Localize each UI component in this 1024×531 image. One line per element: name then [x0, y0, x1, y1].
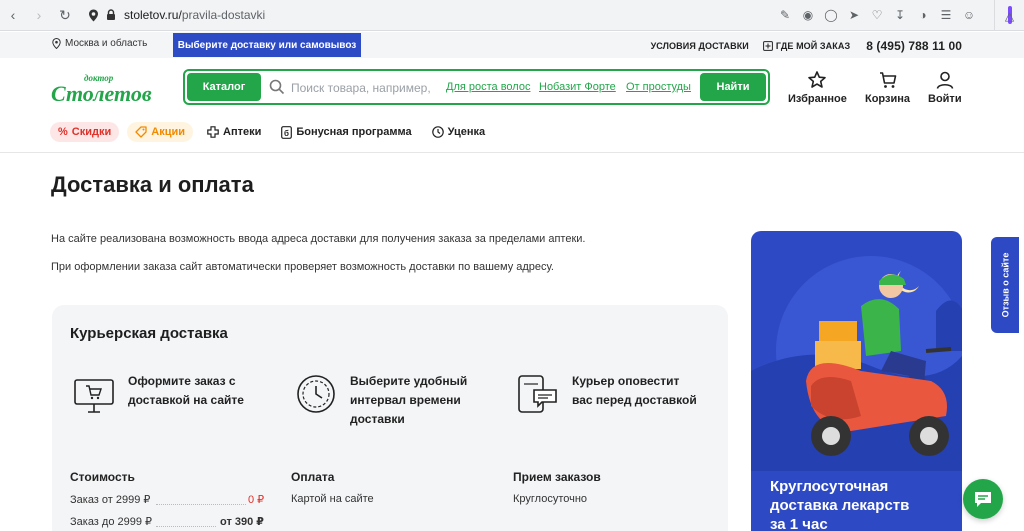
step-notify-text: Курьер оповестит вас перед доставкой	[572, 374, 697, 407]
favorites-label: Избранное	[788, 93, 847, 105]
cross-icon	[207, 126, 219, 138]
cart-icon	[879, 72, 896, 88]
url-text: stoletov.ru/pravila-dostavki	[124, 8, 266, 22]
search-hint-cold[interactable]: От простуды	[626, 81, 691, 93]
secondary-nav: % Скидки Акции Аптеки б Бонусная програм…	[50, 122, 491, 142]
chat-button[interactable]	[963, 479, 1003, 519]
top-links: УСЛОВИЯ ДОСТАВКИ ГДЕ МОЙ ЗАКАЗ 8 (495) 7…	[651, 39, 962, 53]
cart-label: Корзина	[865, 93, 910, 105]
chat-icon	[975, 492, 991, 507]
cost-row-dots-2	[156, 526, 216, 527]
heart-icon[interactable]: ♡	[868, 4, 886, 26]
search-icon	[269, 79, 285, 95]
svg-text:Столетов: Столетов	[51, 81, 152, 106]
promo-banner[interactable]: Круглосуточная доставка лекарств за 1 час	[751, 231, 962, 531]
favorites-button[interactable]: Избранное	[788, 70, 847, 105]
cost-row-value-1: 0 ₽	[248, 494, 265, 506]
shield-icon[interactable]: ◯	[822, 4, 840, 26]
edit-icon[interactable]: ✎	[776, 4, 794, 26]
stoletov-logo[interactable]: доктор Столетов	[50, 71, 162, 107]
banner-text: Круглосуточная доставка лекарств за 1 час	[770, 478, 910, 531]
send-icon[interactable]: ➤	[845, 4, 863, 26]
browser-toolbar: ‹ › ↻ stoletov.ru/pravila-dostavki ✎ ◉ ◯…	[0, 0, 1024, 31]
extensions-icon[interactable]: △	[994, 0, 1024, 31]
courier-delivery-card: Курьерская доставка Оформите заказ с дост…	[52, 305, 728, 531]
cost-row-label-1: Заказ от 2999 ₽	[70, 494, 151, 506]
region-selector[interactable]: Москва и область	[52, 38, 147, 49]
order-box-icon	[762, 41, 773, 51]
search-hint-nobazit[interactable]: Нобазит Форте	[539, 81, 616, 93]
step-order-text: Оформите заказ с доставкой на сайте	[128, 374, 244, 407]
step-order: Оформите заказ с доставкой на сайте	[72, 372, 244, 416]
theme-icon[interactable]: ◑	[914, 4, 932, 26]
intro-paragraph-1: На сайте реализована возможность ввода а…	[51, 233, 586, 245]
header-divider	[0, 152, 1024, 153]
step-notify: Курьер оповестит вас перед доставкой	[516, 372, 697, 416]
reload-icon[interactable]: ↻	[52, 2, 78, 28]
download-icon[interactable]: ↧	[891, 4, 909, 26]
cost-heading: Стоимость	[70, 470, 135, 484]
camera-icon[interactable]: ◉	[799, 4, 817, 26]
payment-heading: Оплата	[291, 470, 335, 484]
nav-promo[interactable]: Акции	[127, 122, 193, 142]
profile-icon[interactable]: ☺	[960, 4, 978, 26]
nav-markdown[interactable]: Уценка	[426, 122, 492, 142]
computer-cart-icon	[74, 379, 114, 413]
phone-number[interactable]: 8 (495) 788 11 00	[866, 39, 962, 53]
phone-chat-icon	[518, 375, 557, 413]
timer-icon	[297, 375, 335, 413]
courier-scooter-illustration	[751, 256, 962, 471]
where-order-link[interactable]: ГДЕ МОЙ ЗАКАЗ	[762, 41, 850, 51]
feedback-tab[interactable]: Отзыв о сайте	[991, 237, 1019, 333]
payment-value: Картой на сайте	[291, 493, 374, 505]
cost-row-label-2: Заказ до 2999 ₽	[70, 516, 153, 528]
search-input[interactable]: Поиск товара, например,	[291, 81, 431, 95]
site-info-icon[interactable]	[84, 9, 102, 22]
cart-button[interactable]: Корзина	[865, 70, 910, 105]
nav-bonus[interactable]: б Бонусная программа	[275, 122, 417, 142]
forward-icon[interactable]: ›	[26, 2, 52, 28]
sliders-icon[interactable]: ☰	[937, 4, 955, 26]
back-icon[interactable]: ‹	[0, 2, 26, 28]
orders-heading: Прием заказов	[513, 470, 601, 484]
extension-icons: ✎ ◉ ◯ ➤ ♡ ↧ ◑ ☰ ☺	[776, 4, 978, 26]
clock-icon	[431, 126, 444, 138]
cost-row-dots-1	[156, 504, 246, 505]
cost-row-value-2: от 390 ₽	[220, 516, 264, 528]
svg-text:б: б	[284, 129, 289, 138]
orders-value: Круглосуточно	[513, 493, 588, 505]
user-icon	[936, 71, 954, 89]
login-button[interactable]: Войти	[928, 70, 962, 105]
catalog-button[interactable]: Каталог	[187, 73, 261, 101]
step-interval-text: Выберите удобный интервал времени доставки	[350, 374, 468, 426]
courier-title: Курьерская доставка	[70, 325, 228, 342]
page-title: Доставка и оплата	[51, 172, 254, 197]
search-hint-hair[interactable]: Для роста волос	[446, 81, 530, 93]
step-interval: Выберите удобный интервал времени доставки	[294, 372, 467, 429]
region-label: Москва и область	[65, 38, 148, 49]
choose-delivery-button[interactable]: Выберите доставку или самовывоз	[173, 33, 361, 57]
nav-sale[interactable]: % Скидки	[50, 122, 120, 142]
find-button[interactable]: Найти	[700, 73, 766, 101]
login-label: Войти	[928, 93, 962, 105]
percent-icon: %	[58, 126, 68, 138]
bonus-card-icon: б	[281, 125, 293, 139]
star-icon	[808, 71, 827, 88]
intro-paragraph-2: При оформлении заказа сайт автоматически…	[51, 261, 554, 273]
tag-icon	[135, 126, 147, 138]
location-pin-icon	[52, 38, 61, 49]
tune-icon[interactable]	[102, 9, 120, 21]
search-bar: Каталог Поиск товара, например, Для рост…	[183, 69, 770, 105]
delivery-terms-link[interactable]: УСЛОВИЯ ДОСТАВКИ	[651, 41, 749, 51]
nav-pharmacies[interactable]: Аптеки	[201, 122, 267, 142]
top-info-bar: Москва и область Выберите доставку или с…	[0, 32, 1024, 58]
